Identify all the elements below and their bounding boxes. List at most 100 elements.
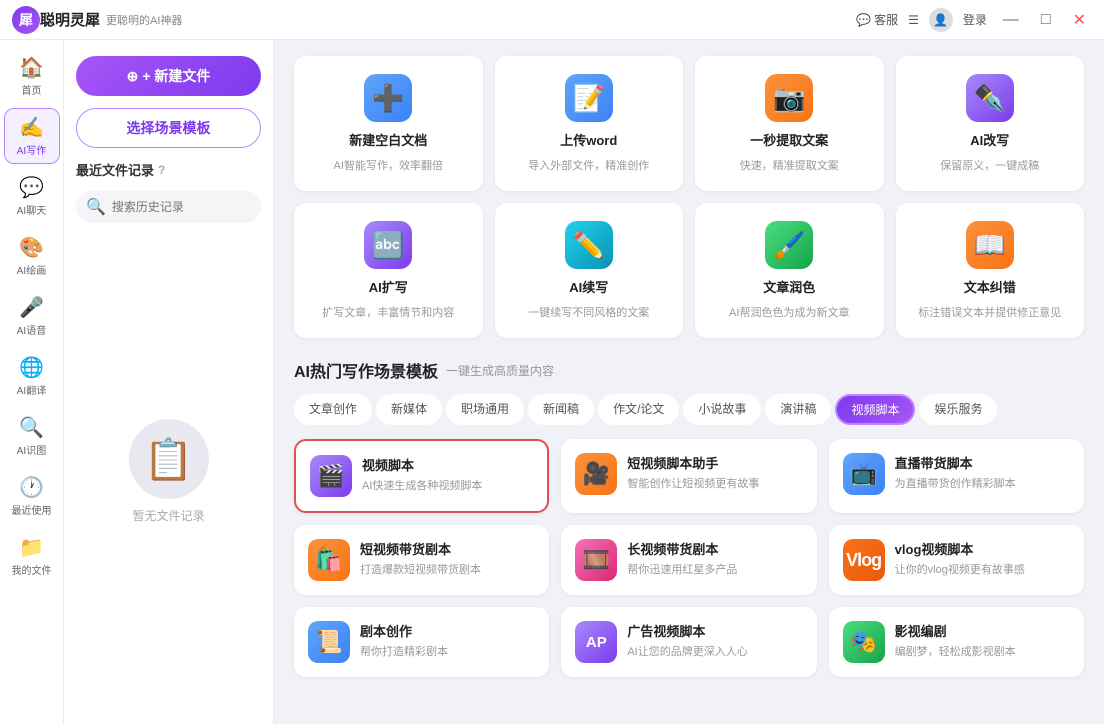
video-script-content: 视频脚本 AI快速生成各种视频脚本 <box>362 455 533 493</box>
paint-icon: 🎨 <box>19 235 44 260</box>
sidebar-label-home: 首页 <box>22 82 42 97</box>
tab-speech[interactable]: 演讲稿 <box>765 394 831 425</box>
sidebar-item-ai-ocr[interactable]: 🔍 AI识图 <box>4 408 60 464</box>
sidebar-item-ai-chat[interactable]: 💬 AI聊天 <box>4 168 60 224</box>
writing-icon: ✍️ <box>19 115 44 140</box>
feature-card-ai-continue[interactable]: ✏️ AI续写 一键续写不同风格的文案 <box>495 203 684 338</box>
feature-card-ai-rewrite[interactable]: ✒️ AI改写 保留原义，一键成稿 <box>896 56 1085 191</box>
sidebar-label-ai-chat: AI聊天 <box>17 202 46 217</box>
tab-news[interactable]: 新闻稿 <box>528 394 594 425</box>
feature-card-ai-expand[interactable]: 🔤 AI扩写 扩写文章，丰富情节和内容 <box>294 203 483 338</box>
short-video-helper-content: 短视频脚本助手 智能创作让短视频更有故事 <box>627 453 802 491</box>
chat-icon: 💬 <box>856 13 871 27</box>
hot-templates-header: AI热门写作场景模板 一键生成高质量内容 <box>294 358 1084 382</box>
sidebar: 🏠 首页 ✍️ AI写作 💬 AI聊天 🎨 AI绘画 🎤 AI语音 🌐 AI翻译… <box>0 40 64 724</box>
sidebar-item-ai-draw[interactable]: 🎨 AI绘画 <box>4 228 60 284</box>
feature-card-new-blank[interactable]: ➕ 新建空白文档 AI智能写作，效率翻倍 <box>294 56 483 191</box>
select-template-button[interactable]: 选择场景模板 <box>76 108 261 148</box>
template-card-short-video-helper[interactable]: 🎥 短视频脚本助手 智能创作让短视频更有故事 <box>561 439 816 513</box>
live-script-content: 直播带货脚本 为直播带货创作精彩脚本 <box>895 453 1070 491</box>
translate-icon: 🌐 <box>19 355 44 380</box>
template-card-ad-video-script[interactable]: AP 广告视频脚本 AI让您的品牌更深入人心 <box>561 607 816 677</box>
sidebar-item-ai-translate[interactable]: 🌐 AI翻译 <box>4 348 60 404</box>
tab-essay[interactable]: 作文/论文 <box>598 394 679 425</box>
hot-templates-subtitle: 一键生成高质量内容 <box>446 362 554 379</box>
sidebar-item-home[interactable]: 🏠 首页 <box>4 48 60 104</box>
feature-card-upload-word[interactable]: 📝 上传word 导入外部文件，精准创作 <box>495 56 684 191</box>
tab-novel[interactable]: 小说故事 <box>683 394 761 425</box>
sidebar-item-ai-voice[interactable]: 🎤 AI语音 <box>4 288 60 344</box>
sidebar-item-recent[interactable]: 🕐 最近使用 <box>4 468 60 524</box>
template-tabs: 文章创作 新媒体 职场通用 新闻稿 作文/论文 小说故事 演讲稿 视频脚本 娱乐… <box>294 394 1084 425</box>
template-grid: 🎬 视频脚本 AI快速生成各种视频脚本 🎥 短视频脚本助手 智能创作让短视频更有… <box>294 439 1084 677</box>
template-card-live-script[interactable]: 📺 直播带货脚本 为直播带货创作精彩脚本 <box>829 439 1084 513</box>
tab-article[interactable]: 文章创作 <box>294 394 372 425</box>
home-icon: 🏠 <box>19 55 44 80</box>
app-logo: 犀 <box>12 6 40 34</box>
chat-bubble-icon: 💬 <box>19 175 44 200</box>
sidebar-label-recent: 最近使用 <box>12 502 52 517</box>
avatar-icon: 👤 <box>929 8 953 32</box>
upload-word-icon: 📝 <box>565 74 613 122</box>
template-card-script-create[interactable]: 📜 剧本创作 帮你打造精彩剧本 <box>294 607 549 677</box>
recent-files-title: 最近文件记录 ? <box>76 160 261 179</box>
template-card-video-script[interactable]: 🎬 视频脚本 AI快速生成各种视频脚本 <box>294 439 549 513</box>
empty-illustration: 📋 <box>129 419 209 499</box>
film-script-icon: 🎭 <box>843 621 885 663</box>
proofread-icon: 📖 <box>966 221 1014 269</box>
new-blank-icon: ➕ <box>364 74 412 122</box>
extract-copy-icon: 📷 <box>765 74 813 122</box>
feature-card-polish[interactable]: 🖌️ 文章润色 AI帮润色色为成为新文章 <box>695 203 884 338</box>
feature-card-extract-copy[interactable]: 📷 一秒提取文案 快速，精准提取文案 <box>695 56 884 191</box>
ai-continue-icon: ✏️ <box>565 221 613 269</box>
recent-icon: 🕐 <box>19 475 44 500</box>
video-script-icon: 🎬 <box>310 455 352 497</box>
script-create-content: 剧本创作 帮你打造精彩剧本 <box>360 621 535 659</box>
short-video-goods-content: 短视频带货剧本 打造爆款短视频带货剧本 <box>360 539 535 577</box>
sidebar-item-my-files[interactable]: 📁 我的文件 <box>4 528 60 584</box>
ad-video-script-content: 广告视频脚本 AI让您的品牌更深入人心 <box>627 621 802 659</box>
close-btn[interactable]: ✕ <box>1067 10 1092 30</box>
feature-card-proofread[interactable]: 📖 文本纠错 标注错误文本并提供修正意见 <box>896 203 1085 338</box>
search-input[interactable] <box>112 200 251 214</box>
app-name: 聪明灵犀 <box>40 9 100 30</box>
tab-entertainment[interactable]: 娱乐服务 <box>919 394 997 425</box>
tab-workplace[interactable]: 职场通用 <box>446 394 524 425</box>
template-card-short-video-goods[interactable]: 🛍️ 短视频带货剧本 打造爆款短视频带货剧本 <box>294 525 549 595</box>
live-script-icon: 📺 <box>843 453 885 495</box>
empty-text: 暂无文件记录 <box>132 507 204 524</box>
template-card-vlog-script[interactable]: Vlog vlog视频脚本 让你的vlog视频更有故事感 <box>829 525 1084 595</box>
tab-newmedia[interactable]: 新媒体 <box>376 394 442 425</box>
title-bar-right: 💬 客服 ☰ 👤 登录 — □ ✕ <box>856 8 1092 32</box>
template-card-long-video-goods[interactable]: 🎞️ 长视频带货剧本 帮你迅速用红星多产品 <box>561 525 816 595</box>
ai-expand-icon: 🔤 <box>364 221 412 269</box>
feature-grid: ➕ 新建空白文档 AI智能写作，效率翻倍 📝 上传word 导入外部文件，精准创… <box>294 56 1084 338</box>
search-box: 🔍 <box>76 191 261 223</box>
search-icon: 🔍 <box>86 197 106 217</box>
title-bar: 犀 聪明灵犀 更聪明的AI神器 💬 客服 ☰ 👤 登录 — □ ✕ <box>0 0 1104 40</box>
ai-rewrite-icon: ✒️ <box>966 74 1014 122</box>
maximize-btn[interactable]: □ <box>1035 11 1057 29</box>
film-script-content: 影视编剧 编剧梦，轻松成影视剧本 <box>895 621 1070 659</box>
vlog-script-content: vlog视频脚本 让你的vlog视频更有故事感 <box>895 539 1070 577</box>
app-slogan: 更聪明的AI神器 <box>106 12 182 28</box>
sidebar-label-ai-writing: AI写作 <box>17 142 46 157</box>
tab-video-script[interactable]: 视频脚本 <box>835 394 915 425</box>
new-file-button[interactable]: ⊕ + 新建文件 <box>76 56 261 96</box>
app-layout: 🏠 首页 ✍️ AI写作 💬 AI聊天 🎨 AI绘画 🎤 AI语音 🌐 AI翻译… <box>0 40 1104 724</box>
sidebar-item-ai-writing[interactable]: ✍️ AI写作 <box>4 108 60 164</box>
menu-btn[interactable]: ☰ <box>908 13 919 27</box>
plus-icon: ⊕ <box>127 68 139 85</box>
customer-service-btn[interactable]: 💬 客服 <box>856 11 898 28</box>
login-btn[interactable]: 登录 <box>963 11 987 28</box>
short-video-helper-icon: 🎥 <box>575 453 617 495</box>
template-card-film-script[interactable]: 🎭 影视编剧 编剧梦，轻松成影视剧本 <box>829 607 1084 677</box>
sidebar-label-ai-ocr: AI识图 <box>17 442 46 457</box>
script-create-icon: 📜 <box>308 621 350 663</box>
sidebar-label-my-files: 我的文件 <box>12 562 52 577</box>
main-content: ⊕ + 新建文件 选择场景模板 最近文件记录 ? 🔍 📋 暂无文件记录 <box>64 40 1104 724</box>
minimize-btn[interactable]: — <box>997 11 1025 29</box>
left-panel: ⊕ + 新建文件 选择场景模板 最近文件记录 ? 🔍 📋 暂无文件记录 <box>64 40 274 724</box>
folder-icon: 📁 <box>19 535 44 560</box>
long-video-goods-icon: 🎞️ <box>575 539 617 581</box>
